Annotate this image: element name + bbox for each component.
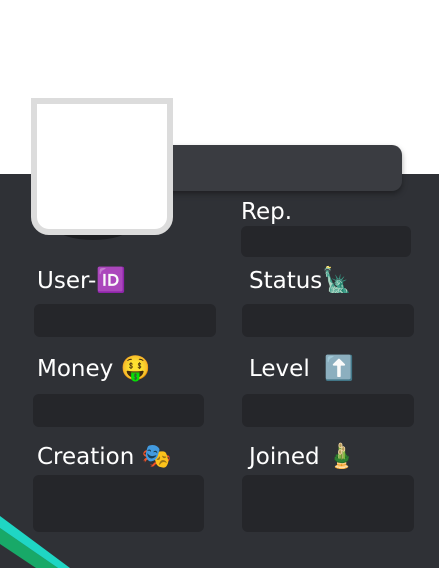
rep-label: Rep. <box>241 199 293 225</box>
status-label: Status🗽 <box>249 266 353 294</box>
money-field <box>33 394 204 427</box>
corner-stripe-decoration <box>0 516 70 568</box>
status-field <box>242 304 414 337</box>
user-id-label: User-🆔 <box>37 266 127 294</box>
level-label: Level ⬆️ <box>249 354 355 382</box>
up-arrow-icon: ⬆️ <box>324 354 355 382</box>
user-id-field <box>34 304 216 337</box>
creation-label: Creation 🎭 <box>37 442 172 470</box>
money-label: Money 🤑 <box>37 354 151 382</box>
pine-decoration-icon: 🎍 <box>326 442 357 470</box>
id-icon: 🆔 <box>96 266 127 294</box>
joined-label: Joined 🎍 <box>249 442 357 470</box>
level-field <box>242 394 414 427</box>
statue-of-liberty-icon: 🗽 <box>322 266 353 294</box>
profile-banner <box>150 145 402 191</box>
joined-field <box>242 475 414 532</box>
money-mouth-face-icon: 🤑 <box>120 354 151 382</box>
rep-field <box>241 226 411 257</box>
performing-arts-icon: 🎭 <box>141 442 172 470</box>
avatar <box>31 98 173 235</box>
